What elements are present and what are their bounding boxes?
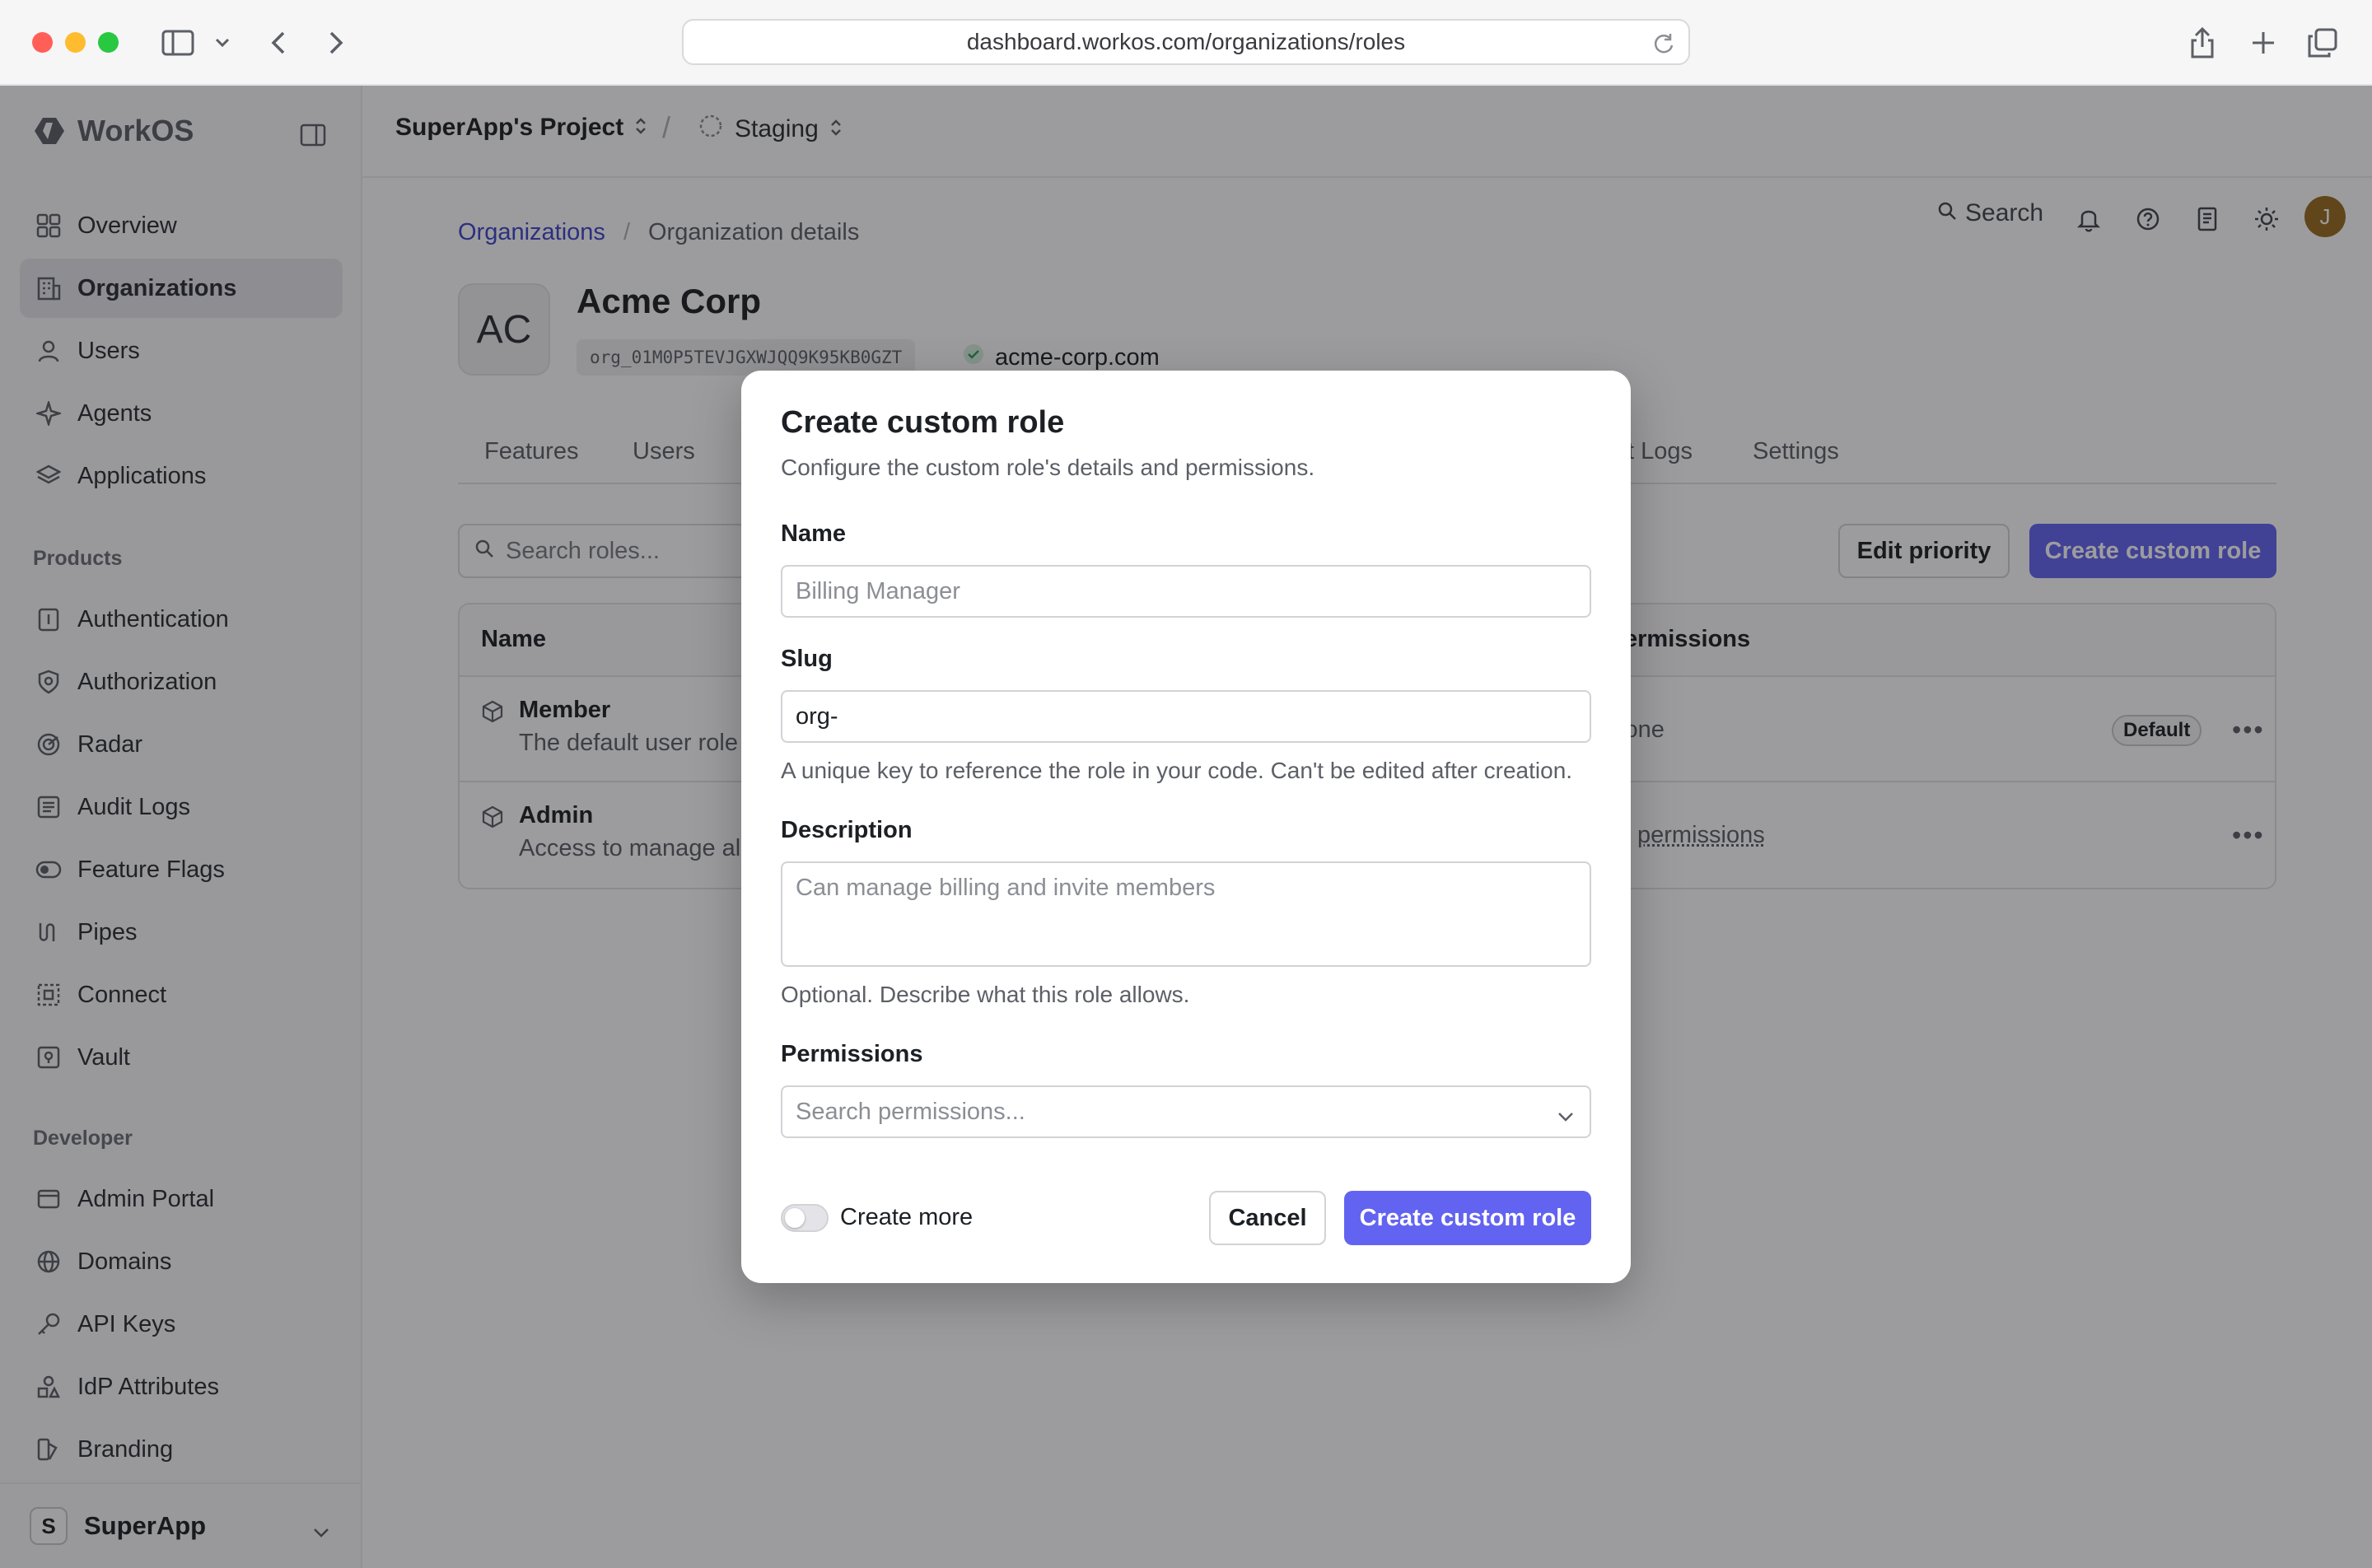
new-tab-icon[interactable] — [2244, 23, 2283, 63]
reload-icon[interactable] — [1649, 29, 1679, 58]
back-icon[interactable] — [259, 23, 298, 63]
slug-field[interactable] — [781, 690, 1591, 743]
description-label: Description — [781, 817, 913, 843]
browser-toolbar: dashboard.workos.com/organizations/roles — [0, 0, 2372, 86]
create-more-toggle[interactable] — [781, 1204, 829, 1232]
sidebar-toggle-icon[interactable] — [158, 23, 198, 63]
chevron-down-icon[interactable] — [206, 23, 239, 63]
permissions-label: Permissions — [781, 1041, 923, 1067]
description-hint: Optional. Describe what this role allows… — [781, 982, 1190, 1007]
minimize-window-button[interactable] — [65, 32, 86, 53]
name-label: Name — [781, 520, 846, 547]
submit-create-role-button[interactable]: Create custom role — [1344, 1191, 1591, 1245]
cancel-button[interactable]: Cancel — [1209, 1191, 1326, 1245]
address-bar[interactable]: dashboard.workos.com/organizations/roles — [682, 19, 1690, 65]
forward-icon[interactable] — [316, 23, 356, 63]
description-field[interactable] — [781, 861, 1591, 967]
toggle-knob — [785, 1208, 805, 1228]
tabs-overview-icon[interactable] — [2303, 23, 2342, 63]
maximize-window-button[interactable] — [98, 32, 119, 53]
share-icon[interactable] — [2183, 23, 2222, 63]
slug-label: Slug — [781, 646, 833, 672]
url-text: dashboard.workos.com/organizations/roles — [966, 29, 1406, 54]
dialog-title: Create custom role — [781, 405, 1065, 440]
dialog-subtitle: Configure the custom role's details and … — [781, 455, 1315, 480]
create-more-label: Create more — [840, 1204, 974, 1230]
permissions-placeholder: Search permissions... — [796, 1098, 1025, 1125]
slug-hint: A unique key to reference the role in yo… — [781, 758, 1573, 783]
create-role-dialog: Create custom role Configure the custom … — [741, 371, 1631, 1283]
name-field[interactable] — [781, 565, 1591, 618]
chevron-down-icon — [1557, 1102, 1575, 1129]
close-window-button[interactable] — [32, 32, 53, 53]
permissions-select[interactable]: Search permissions... — [781, 1085, 1591, 1138]
